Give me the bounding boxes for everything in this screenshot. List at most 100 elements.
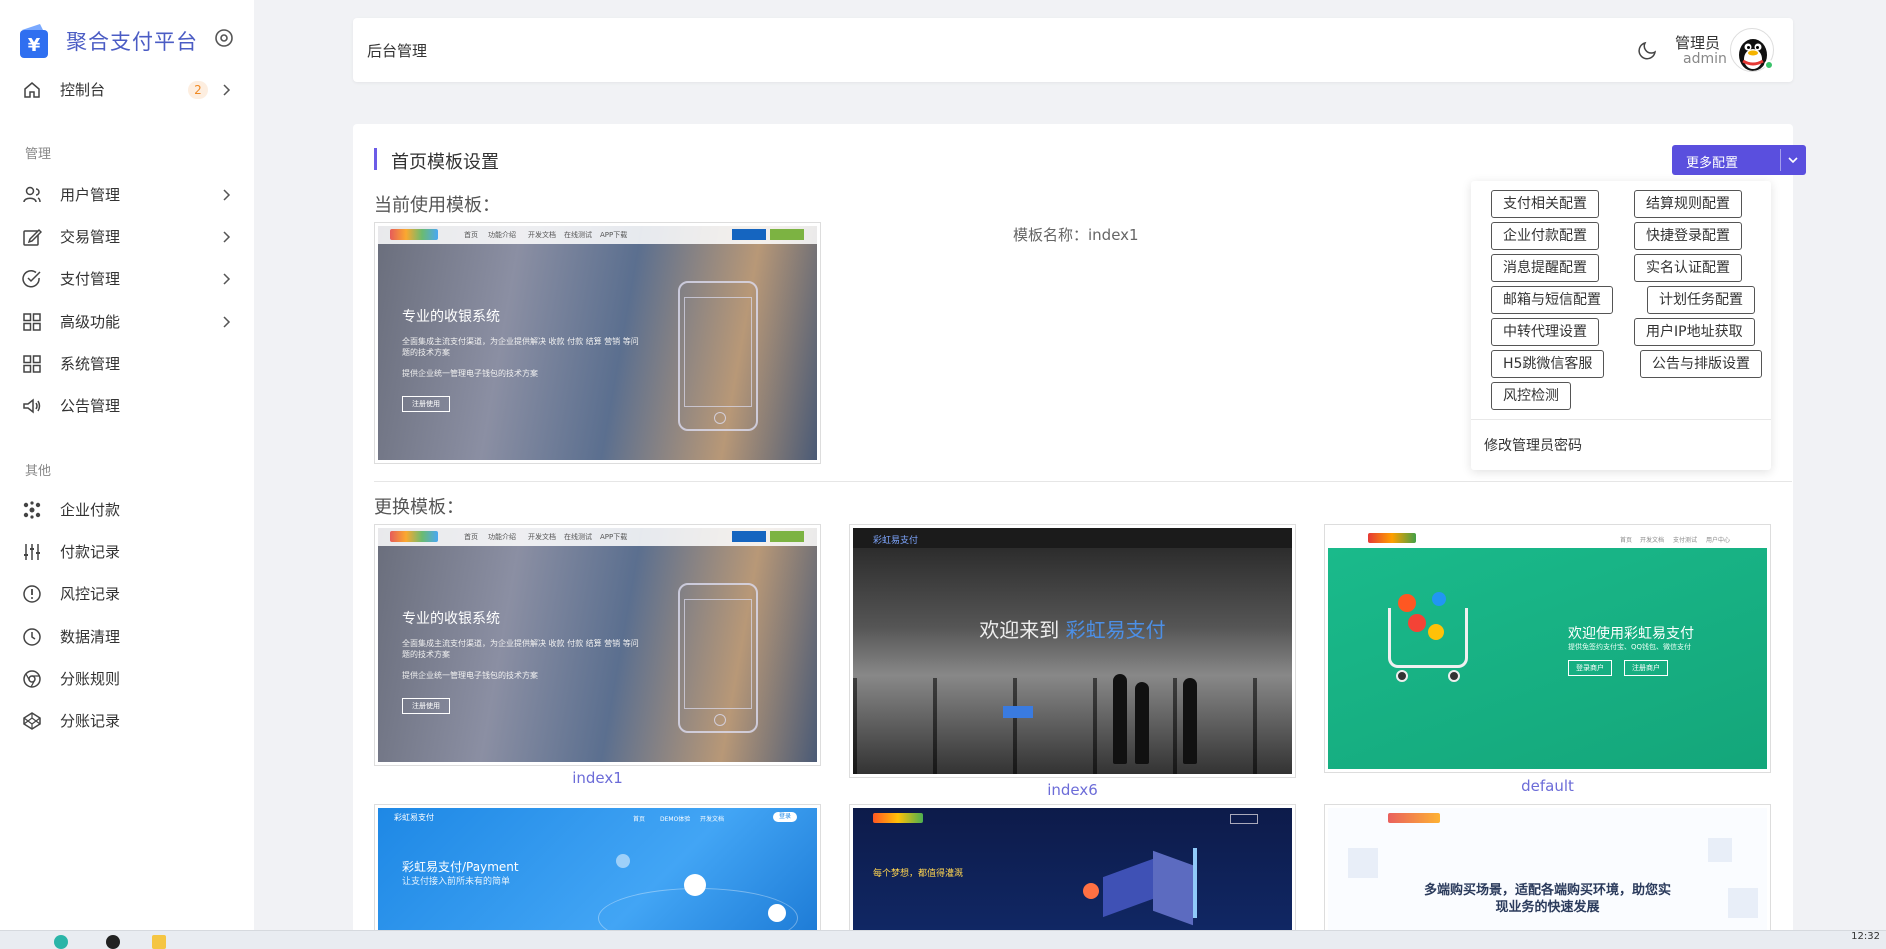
preview-login-pill: 登录 [773,812,797,822]
app-taskbar-icon[interactable] [106,935,120,949]
preview-cta: 注册使用 [402,396,450,412]
crane-pole [1193,848,1197,918]
sidebar-item-label: 控制台 [60,81,106,99]
preview-register-button [770,531,804,542]
moon-icon[interactable] [1637,39,1659,61]
app-name: 聚合支付平台 [66,30,198,54]
chevron-right-icon [223,231,231,243]
menu-item-announcement-layout[interactable]: 公告与排版设置 [1640,350,1762,378]
menu-item-settlement-rules[interactable]: 结算规则配置 [1634,190,1742,218]
preview-window-frame [853,678,1292,774]
sidebar-item-transactions[interactable]: 交易管理 [0,217,254,257]
bell-orb [684,874,706,896]
preview-nav-item: 首页 [464,533,478,541]
codepen-icon [23,712,41,730]
sidebar-item-dashboard[interactable]: 控制台 2 [0,70,254,110]
preview-subtitle: 让支付接入前所未有的简单 [402,877,511,887]
card-title: 首页模板设置 [391,152,499,173]
menu-item-enterprise-payment[interactable]: 企业付款配置 [1491,222,1599,250]
preview-nav-item: 开发文档 [700,816,725,823]
preview-cta: 注册使用 [402,698,450,714]
preview-nav-item: 功能介绍 [488,533,516,541]
menu-item-h5-wechat[interactable]: H5跳微信客服 [1491,350,1605,378]
menu-item-user-ip[interactable]: 用户IP地址获取 [1634,318,1755,346]
more-config-label: 更多配置 [1686,156,1739,171]
preview-nav-item: APP下载 [600,231,628,239]
menu-item-scheduled-tasks[interactable]: 计划任务配置 [1647,286,1755,314]
app-logo[interactable]: ¥ 聚合支付平台 [18,22,198,60]
grid-icon [23,313,41,331]
preview-headline: 专业的收银系统 [402,611,500,627]
deco-ball [1083,883,1099,899]
template-option-navy[interactable]: 每个梦想，都值得灌溉 [849,804,1296,949]
more-config-button[interactable]: 更多配置 [1672,145,1806,175]
sidebar-item-users[interactable]: 用户管理 [0,175,254,215]
person-silhouette [1113,674,1127,764]
preview-headline: 专业的收银系统 [402,309,500,325]
menu-item-quick-login[interactable]: 快捷登录配置 [1634,222,1742,250]
preview-paragraph: 全面集成主流支付渠道，为企业提供解决 收款 付款 结算 营销 等问题的技术方案 [402,639,639,659]
preview-paragraph: 提供企业统一管理电子钱包的技术方案 [402,369,538,378]
chevron-down-icon[interactable] [1786,153,1800,167]
template-option-index1[interactable]: 首页 功能介绍 开发文档 在线测试 APP下载 专业的收银系统 全面集成主流支付… [374,524,821,766]
template-name-label[interactable]: index6 [849,781,1296,799]
deco-orb [616,854,630,868]
more-config-dropdown: 支付相关配置 结算规则配置 企业付款配置 快捷登录配置 消息提醒配置 实名认证配… [1471,181,1771,470]
user-role: 管理员 [1675,34,1721,52]
sidebar-item-advanced[interactable]: 高级功能 [0,302,254,342]
chrome-icon [23,670,41,688]
sidebar-item-enterprise-pay[interactable]: 企业付款 [0,490,254,530]
sidebar-item-payments[interactable]: 支付管理 [0,259,254,299]
preview-cta [1003,706,1033,718]
chevron-right-icon [223,273,231,285]
menu-item-notifications[interactable]: 消息提醒配置 [1491,254,1599,282]
template-option-index6[interactable]: 彩虹易支付 欢迎来到 彩虹易支付 [849,524,1296,778]
default-preview: 首页 开发文档 支付测试 用户中心 欢迎使用彩虹易支付 提供免签约支付宝、QQ钱… [1328,528,1767,769]
target-settings-icon[interactable] [213,27,235,49]
sidebar-item-split-records[interactable]: 分账记录 [0,701,254,741]
check-orb [768,904,786,922]
preview-headline: 彩虹易支付/Payment [402,860,519,874]
sidebar-item-system[interactable]: 系统管理 [0,344,254,384]
title-accent-bar [374,148,377,170]
navy-preview: 每个梦想，都值得灌溉 [853,808,1292,949]
menu-item-payment-config[interactable]: 支付相关配置 [1491,190,1599,218]
isometric-block [1103,858,1153,918]
chevron-right-icon [223,316,231,328]
chevron-right-icon [223,84,231,96]
preview-headline: 多端购买场景，适配各端购买环境，助您实现业务的快速发展 [1423,883,1671,915]
preview-login-button [732,229,766,240]
template-name-label[interactable]: index1 [374,769,821,787]
menu-item-proxy-settings[interactable]: 中转代理设置 [1491,318,1599,346]
taskbar-clock: 12:32 [1851,931,1880,942]
grid-icon [23,355,41,373]
template-option-white[interactable]: 多端购买场景，适配各端购买环境，助您实现业务的快速发展 [1324,804,1771,949]
user-name: admin [1683,51,1727,67]
sidebar-item-payment-records[interactable]: 付款记录 [0,532,254,572]
headline-brand: 彩虹易支付 [1065,618,1166,642]
menu-item-email-sms[interactable]: 邮箱与短信配置 [1491,286,1613,314]
preview-login-button [732,531,766,542]
sidebar-item-risk-records[interactable]: 风控记录 [0,574,254,614]
app-taskbar-icon[interactable] [54,935,68,949]
preview-nav-item: 首页 [633,816,646,823]
preview-logo [390,531,438,542]
sidebar-item-split-rules[interactable]: 分账规则 [0,659,254,699]
folder-taskbar-icon[interactable] [152,935,166,949]
template-option-default[interactable]: 首页 开发文档 支付测试 用户中心 欢迎使用彩虹易支付 提供免签约支付宝、QQ钱… [1324,524,1771,773]
sidebar: ¥ 聚合支付平台 控制台 2 管理 用户管理 交易管理 支付管理 高级功能 系统… [0,0,254,930]
template-name-label[interactable]: default [1324,777,1771,795]
sidebar-item-announcements[interactable]: 公告管理 [0,386,254,426]
page-title: 后台管理 [367,42,428,60]
sidebar-item-label: 系统管理 [60,355,121,373]
preview-nav-item: 在线测试 [564,533,592,541]
sidebar-item-data-cleanup[interactable]: 数据清理 [0,617,254,657]
menu-item-real-name-auth[interactable]: 实名认证配置 [1634,254,1742,282]
preview-nav-item: DEMO体验 [660,816,691,823]
change-admin-password-link[interactable]: 修改管理员密码 [1484,435,1582,455]
sidebar-item-label: 风控记录 [60,585,121,603]
preview-logo [390,229,438,240]
sidebar-item-label: 公告管理 [60,397,121,415]
template-option-blue[interactable]: 彩虹易支付 首页 DEMO体验 开发文档 登录 彩虹易支付/Payment 让支… [374,804,821,949]
menu-item-risk-detection[interactable]: 风控检测 [1491,382,1571,410]
